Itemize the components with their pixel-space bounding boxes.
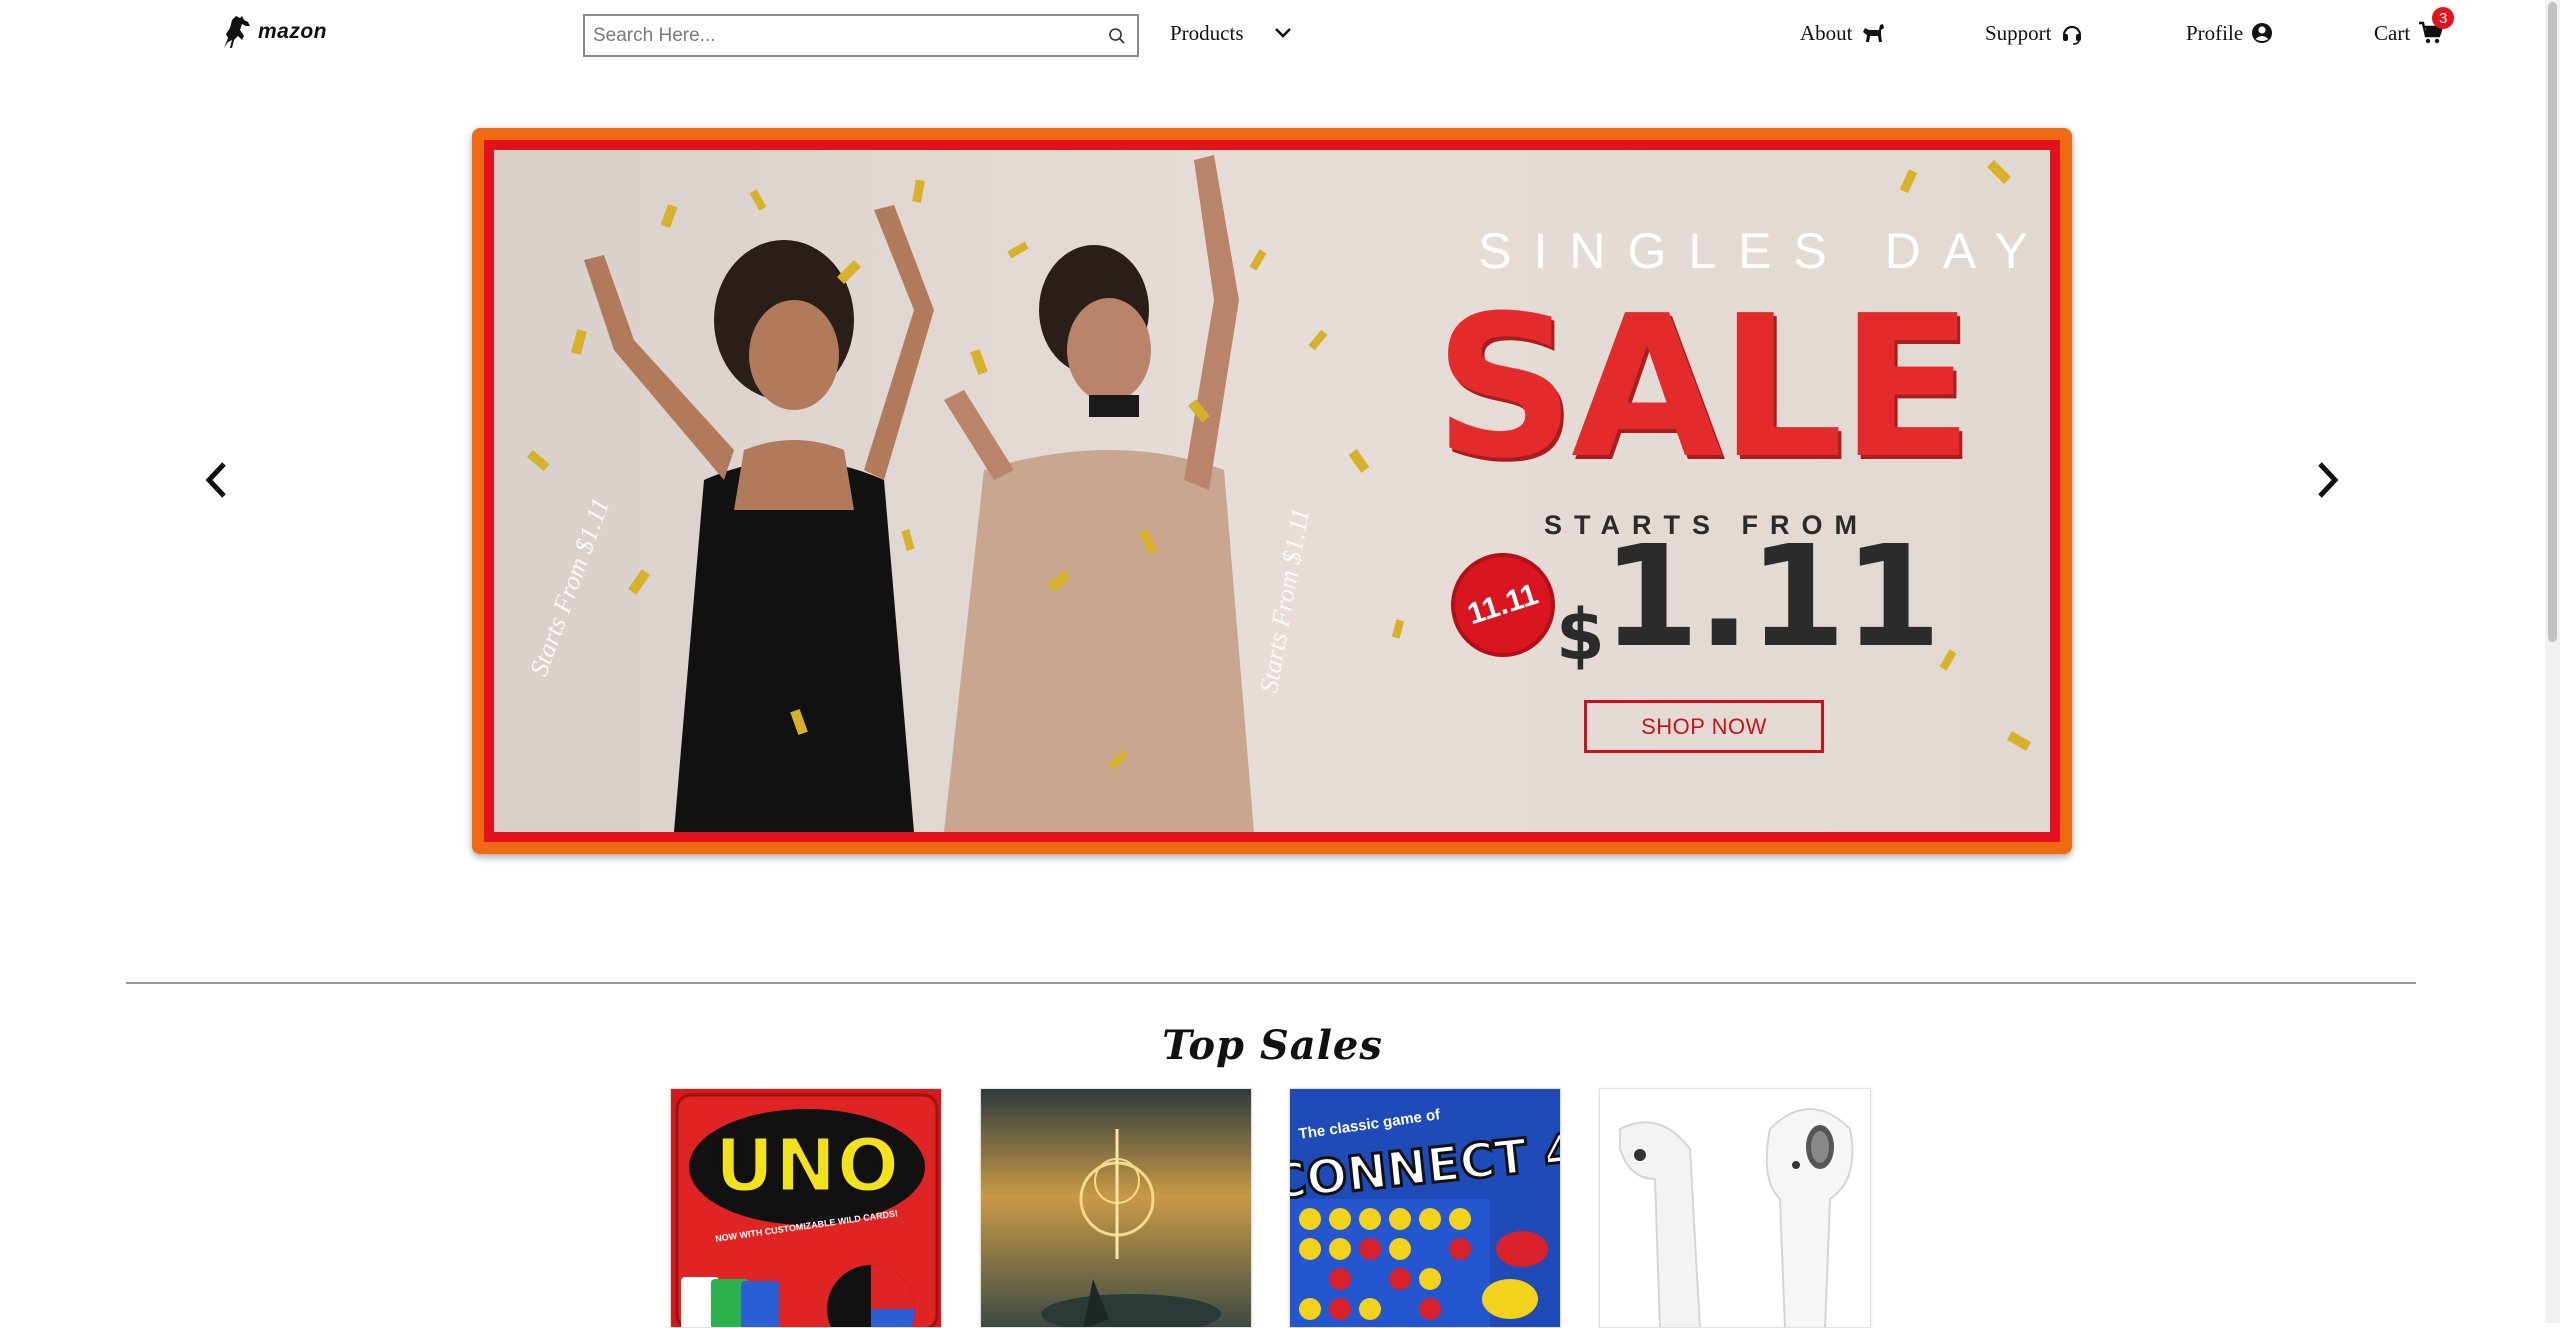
top-sales-title: Top Sales bbox=[1162, 1022, 1383, 1069]
user-circle-icon bbox=[2252, 23, 2273, 43]
search-bar bbox=[583, 14, 1139, 57]
chevron-down-icon bbox=[1274, 28, 1291, 38]
product-card-connect-4[interactable]: The classic game of CONNECT 4 bbox=[1289, 1088, 1561, 1328]
logo-text: mazon bbox=[258, 20, 328, 43]
headset-icon bbox=[2062, 25, 2081, 45]
dog-icon bbox=[1862, 24, 1884, 42]
chevron-right-icon bbox=[2318, 462, 2339, 498]
nav-about[interactable]: About bbox=[1800, 18, 1885, 48]
product-card-airpods[interactable] bbox=[1599, 1088, 1871, 1328]
nav-profile-label: Profile bbox=[2186, 20, 2244, 45]
nav-about-label: About bbox=[1800, 20, 1853, 45]
products-dropdown[interactable]: Products bbox=[1170, 18, 1292, 48]
search-button[interactable] bbox=[1097, 16, 1137, 55]
section-divider bbox=[126, 982, 2416, 984]
nav-profile[interactable]: Profile bbox=[2186, 18, 2273, 48]
chevron-left-icon bbox=[205, 462, 226, 498]
cart-count-badge: 3 bbox=[2432, 7, 2455, 29]
banner-sale-text: SALE bbox=[1434, 274, 1974, 502]
banner-currency: $ bbox=[1556, 594, 1605, 676]
banner-artwork: Starts From $1.11 Starts From $1.11 SING… bbox=[494, 150, 2050, 832]
nav-cart[interactable]: Cart 3 bbox=[2374, 7, 2455, 48]
elden-ring-product-image bbox=[981, 1089, 1251, 1327]
logo-horse-icon bbox=[224, 16, 250, 48]
scrollbar-thumb[interactable] bbox=[2548, 2, 2557, 642]
logo[interactable]: mazon bbox=[220, 14, 327, 50]
connect-4-product-image: The classic game of CONNECT 4 bbox=[1290, 1089, 1560, 1327]
uno-product-image: UNO NOW WITH CUSTOMIZABLE WILD CARDS! bbox=[671, 1089, 941, 1327]
product-card-elden-ring[interactable] bbox=[980, 1088, 1252, 1328]
carousel-prev-button[interactable] bbox=[196, 458, 236, 502]
nav-support[interactable]: Support bbox=[1985, 18, 2084, 48]
banner-frame: Starts From $1.11 Starts From $1.11 SING… bbox=[484, 140, 2060, 842]
search-icon bbox=[1109, 27, 1125, 44]
cart-icon-wrap: 3 bbox=[2418, 7, 2455, 45]
banner-headline: SINGLES DAY bbox=[1478, 223, 2050, 279]
nav-support-label: Support bbox=[1985, 20, 2052, 45]
page-scrollbar[interactable] bbox=[2545, 0, 2560, 1323]
uno-logo-text: UNO bbox=[715, 1123, 900, 1209]
carousel-next-button[interactable] bbox=[2308, 458, 2348, 502]
product-card-uno[interactable]: UNO NOW WITH CUSTOMIZABLE WILD CARDS! bbox=[670, 1088, 942, 1328]
airpods-product-image bbox=[1600, 1089, 1870, 1327]
shop-now-button[interactable]: SHOP NOW bbox=[1584, 700, 1824, 753]
search-input[interactable] bbox=[585, 16, 1097, 55]
banner-price: 1.11 bbox=[1602, 516, 1941, 679]
promo-banner[interactable]: Starts From $1.11 Starts From $1.11 SING… bbox=[472, 128, 2072, 854]
nav-cart-label: Cart bbox=[2374, 20, 2411, 45]
products-label: Products bbox=[1170, 20, 1244, 45]
navbar: mazon Products About Support P bbox=[0, 0, 2560, 66]
